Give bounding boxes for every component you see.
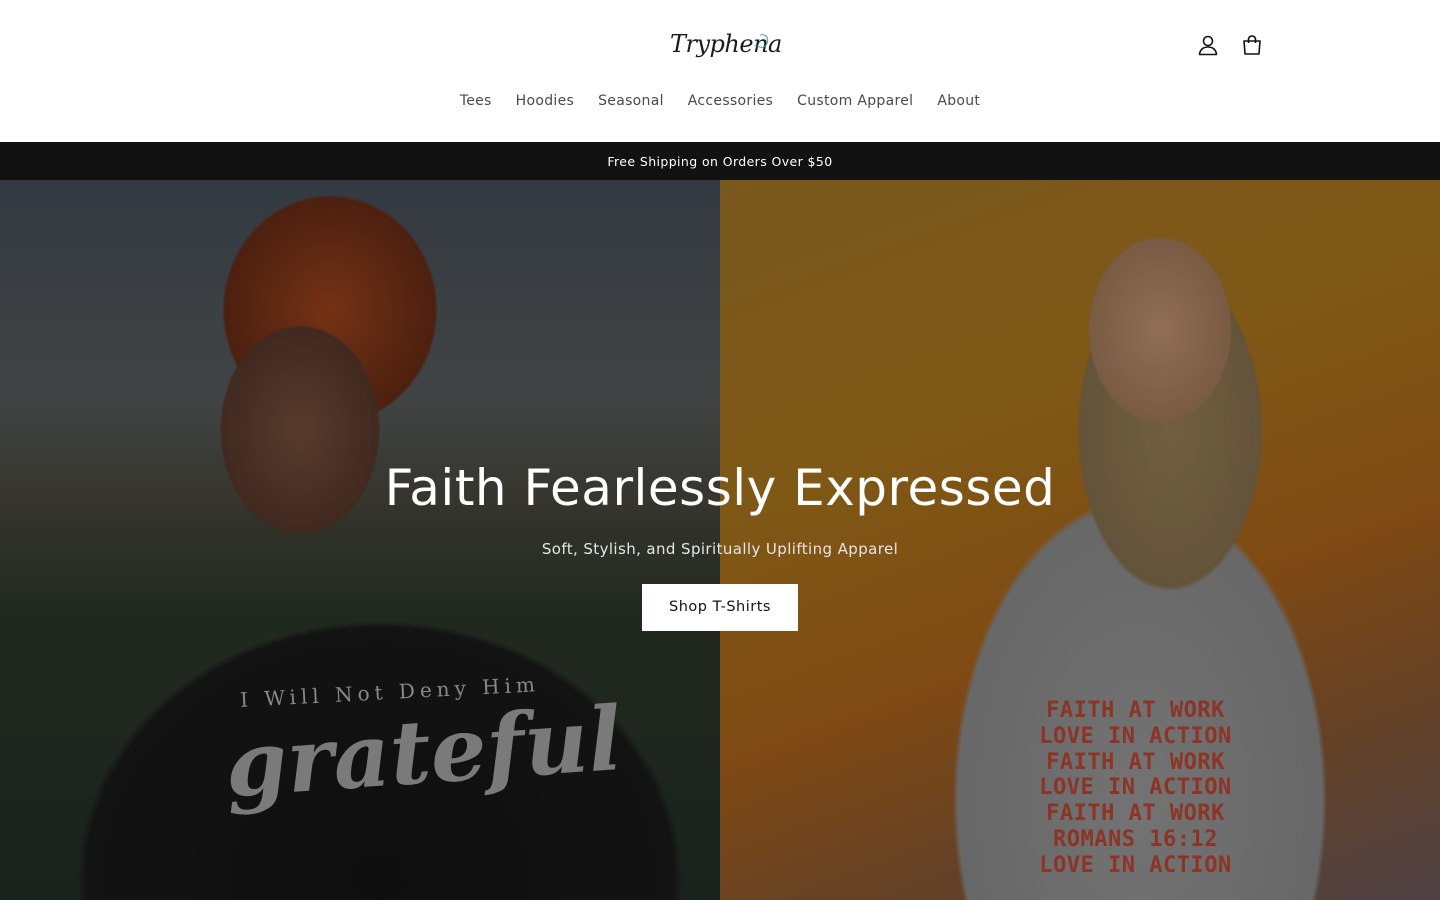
hero-banner: I Will Not Deny Him grateful FAITH AT WO… <box>0 180 1440 900</box>
site-logo[interactable]: Tryphena <box>670 22 782 66</box>
nav-item-custom-apparel[interactable]: Custom Apparel <box>785 90 925 112</box>
hero-title: Faith Fearlessly Expressed <box>384 459 1056 517</box>
site-header: Tryphena Tees Hoodies Seasonal Accessori… <box>0 0 1440 142</box>
nav-item-tees[interactable]: Tees <box>448 90 504 112</box>
shop-t-shirts-button[interactable]: Shop T-Shirts <box>642 584 798 631</box>
announcement-text: Free Shipping on Orders Over $50 <box>607 153 833 169</box>
main-nav: Tees Hoodies Seasonal Accessories Custom… <box>0 90 1440 112</box>
nav-item-about[interactable]: About <box>925 90 992 112</box>
cart-button[interactable] <box>1238 31 1266 59</box>
hero-content: Faith Fearlessly Expressed Soft, Stylish… <box>0 452 1440 631</box>
nav-item-hoodies[interactable]: Hoodies <box>504 90 586 112</box>
cart-icon <box>1243 35 1261 55</box>
announcement-bar: Free Shipping on Orders Over $50 <box>0 142 1440 180</box>
account-icon <box>1198 35 1218 56</box>
nav-item-seasonal[interactable]: Seasonal <box>586 90 676 112</box>
hero-subtitle: Soft, Stylish, and Spiritually Uplifting… <box>541 540 899 558</box>
nav-item-accessories[interactable]: Accessories <box>676 90 785 112</box>
account-button[interactable] <box>1194 31 1222 59</box>
